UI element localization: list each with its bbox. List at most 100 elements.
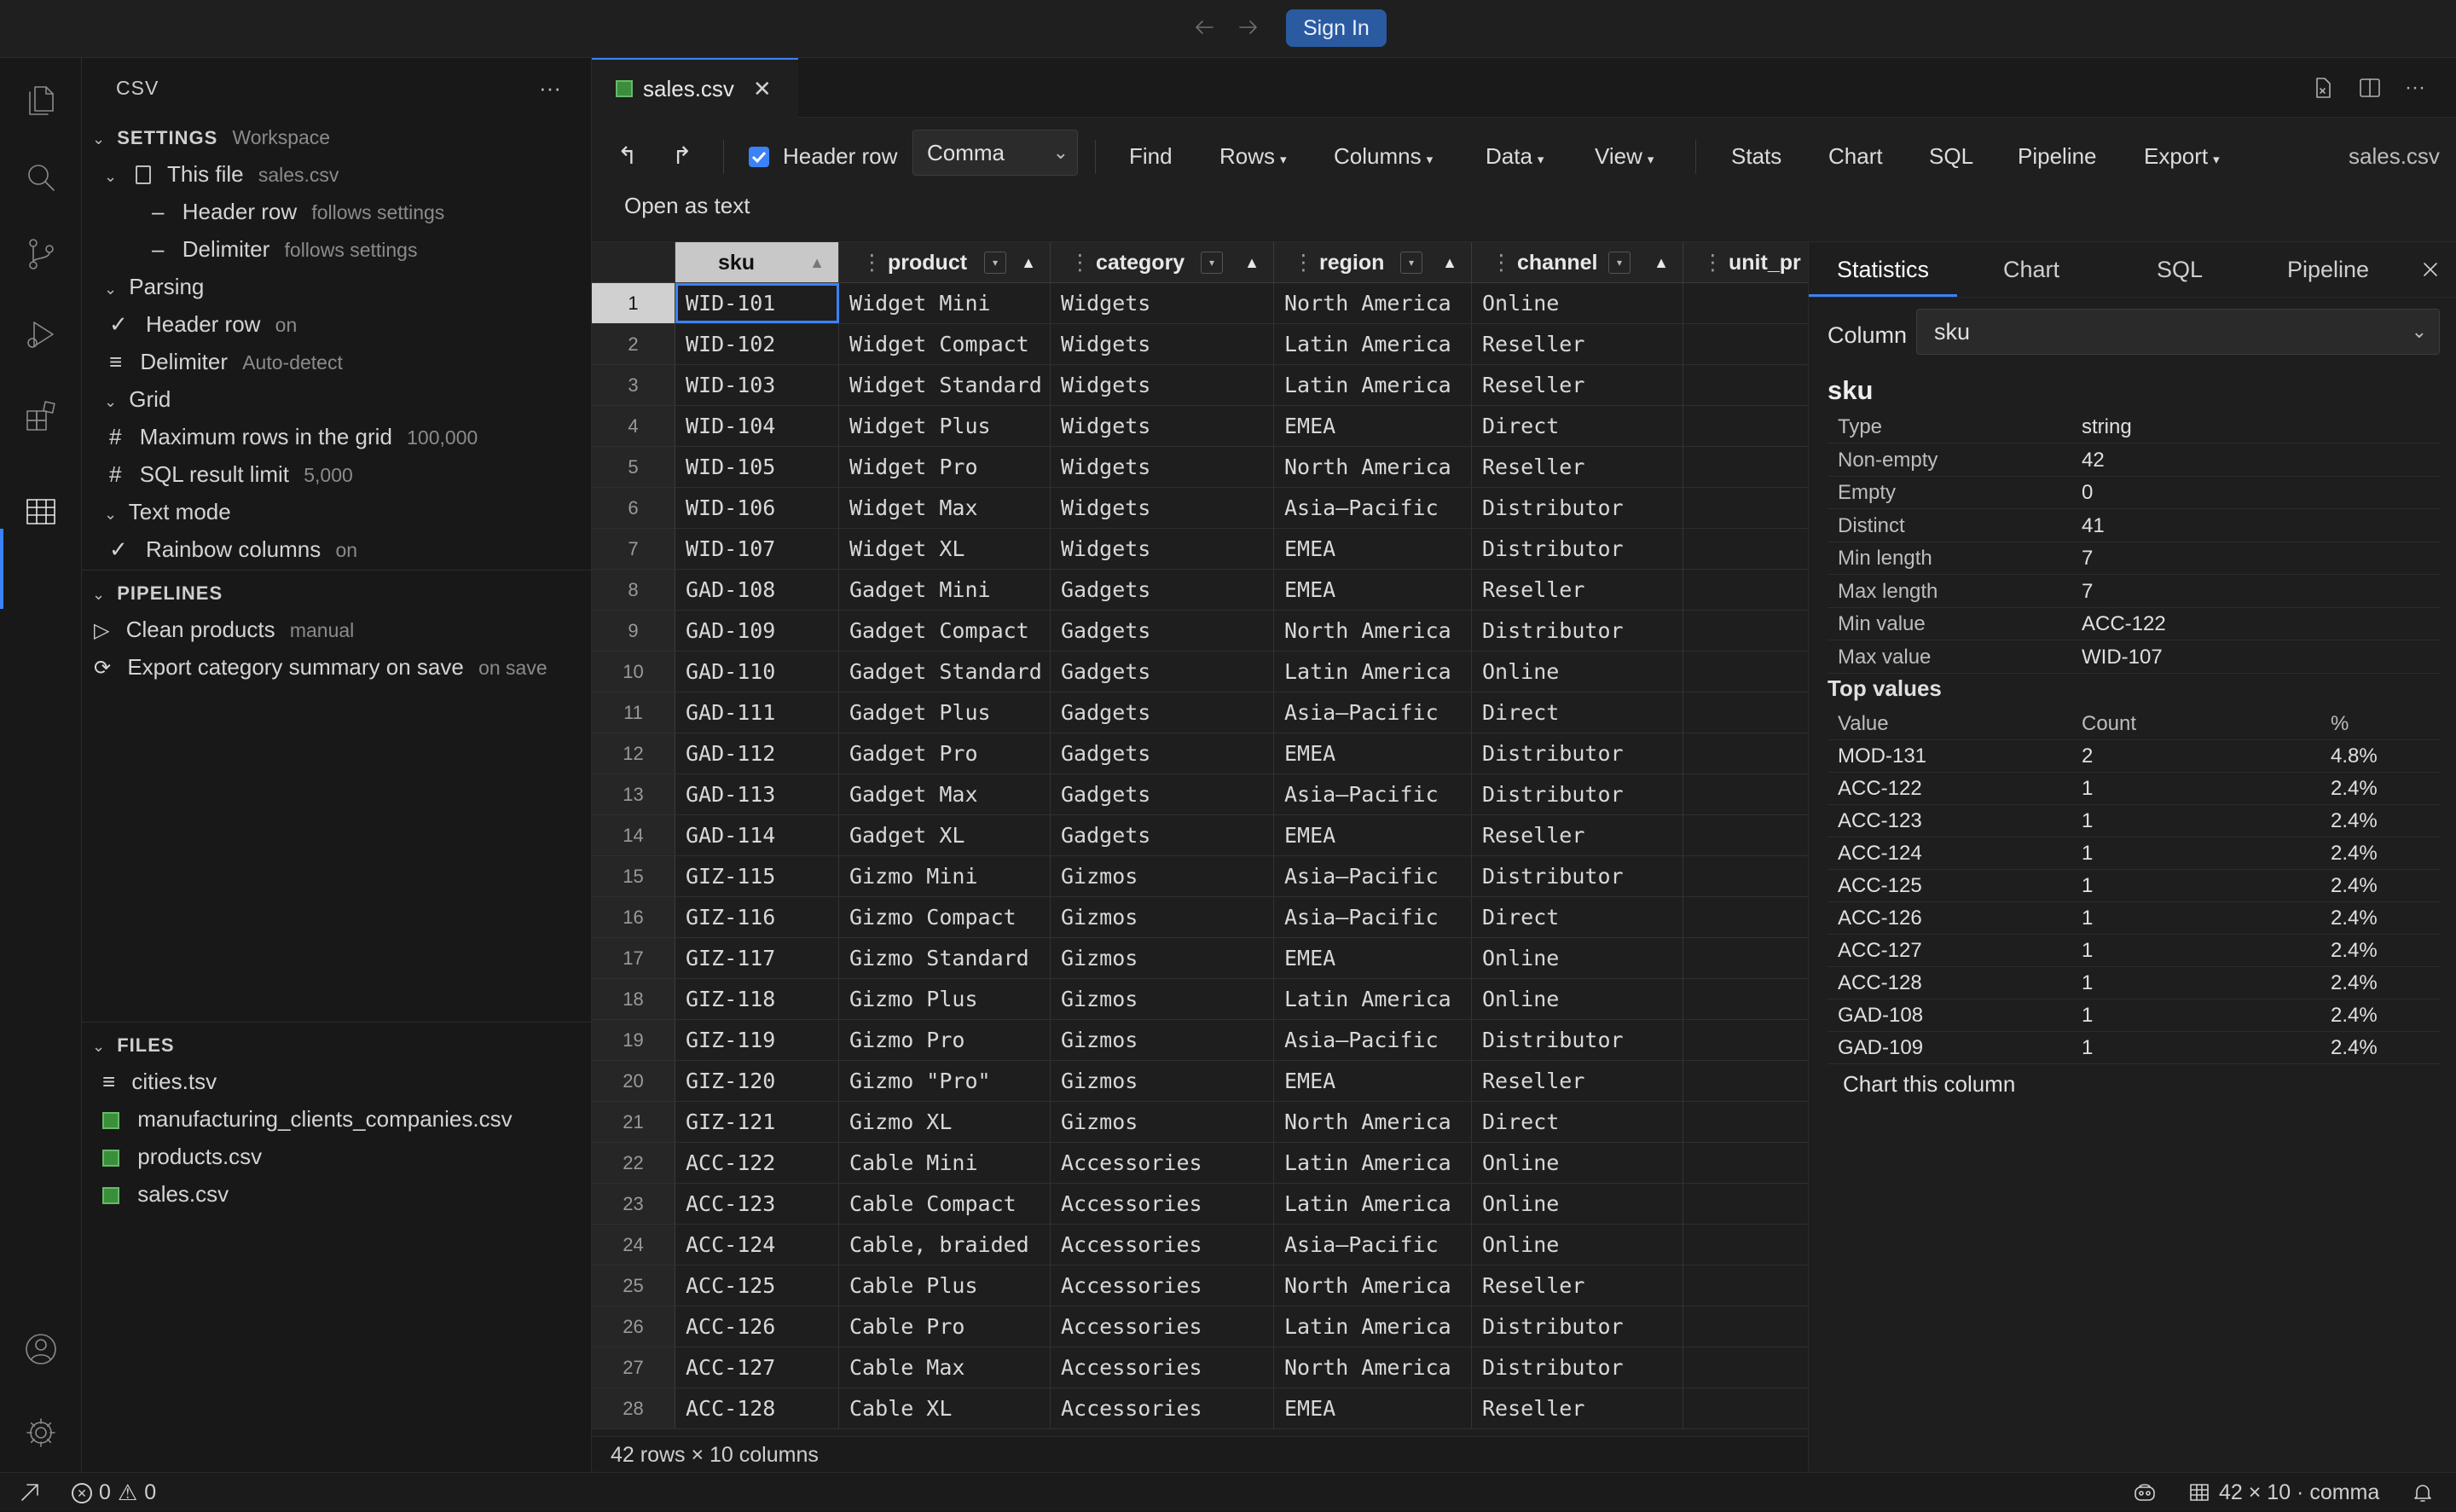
row-number[interactable]: 15 [592,856,675,896]
bell-icon[interactable] [2412,1481,2434,1503]
cell-unit-price[interactable] [1683,1388,1808,1428]
table-row[interactable]: 25 ACC-125 Cable Plus Accessories North Amer… [592,1266,1808,1306]
cell-unit-price[interactable] [1683,529,1808,569]
sort-asc-icon[interactable]: ▲ [1654,242,1669,282]
cell-region[interactable]: Asia–Pacific [1274,897,1472,937]
cell-unit-price[interactable] [1683,856,1808,896]
cell-category[interactable]: Gizmos [1051,1102,1274,1142]
cell-product[interactable]: Gizmo Standard [839,938,1051,978]
cell-channel[interactable]: Direct [1472,406,1683,446]
parsing-delimiter[interactable]: ≡ Delimiter Auto-detect [109,343,343,380]
cell-unit-price[interactable] [1683,324,1808,364]
table-row[interactable]: 1 WID-101 Widget Mini Widgets North America O… [592,283,1808,324]
open-as-text-link[interactable]: Open as text [624,193,750,219]
top-value-row[interactable]: ACC-125 1 2.4% [1828,870,2440,902]
cell-product[interactable]: Gizmo Mini [839,856,1051,896]
table-row[interactable]: 23 ACC-123 Cable Compact Accessories Latin A… [592,1184,1808,1225]
cell-category[interactable]: Accessories [1051,1143,1274,1183]
cell-product[interactable]: Gizmo Compact [839,897,1051,937]
parsing-group[interactable]: ⌄ Parsing [104,268,204,305]
cell-product[interactable]: Widget XL [839,529,1051,569]
row-number[interactable]: 19 [592,1020,675,1060]
cell-sku[interactable]: WID-106 [675,488,839,528]
cell-channel[interactable]: Online [1472,938,1683,978]
cell-unit-price[interactable] [1683,406,1808,446]
cell-region[interactable]: Latin America [1274,324,1472,364]
sql-button[interactable]: SQL [1929,136,1973,176]
column-header-product[interactable]: ⋮ product ▾ ▲ [839,242,1051,283]
cell-region[interactable]: EMEA [1274,815,1472,855]
tab-sql[interactable]: SQL [2106,242,2254,297]
cell-channel[interactable]: Reseller [1472,324,1683,364]
cell-sku[interactable]: ACC-125 [675,1266,839,1306]
cell-channel[interactable]: Distributor [1472,529,1683,569]
cell-sku[interactable]: GIZ-119 [675,1020,839,1060]
row-number[interactable]: 26 [592,1306,675,1347]
table-row[interactable]: 12 GAD-112 Gadget Pro Gadgets EMEA Distributo… [592,733,1808,774]
cell-category[interactable]: Accessories [1051,1266,1274,1306]
delimiter-setting[interactable]: – Delimiter follows settings [152,230,417,268]
cell-product[interactable]: Gadget Plus [839,692,1051,733]
table-row[interactable]: 21 GIZ-121 Gizmo XL Gizmos North America Dire… [592,1102,1808,1143]
cell-sku[interactable]: GAD-112 [675,733,839,773]
row-number[interactable]: 20 [592,1061,675,1101]
settings-gear-icon[interactable] [20,1412,61,1453]
parsing-header-row[interactable]: ✓ Header row on [109,305,297,343]
tab-sales-csv[interactable]: sales.csv ✕ [592,58,798,118]
table-row[interactable]: 16 GIZ-116 Gizmo Compact Gizmos Asia–Pacific… [592,897,1808,938]
cell-unit-price[interactable] [1683,1266,1808,1306]
cell-unit-price[interactable] [1683,938,1808,978]
cell-region[interactable]: Asia–Pacific [1274,488,1472,528]
cell-product[interactable]: Gadget Standard [839,652,1051,692]
top-value-row[interactable]: ACC-127 1 2.4% [1828,935,2440,967]
cell-region[interactable]: Asia–Pacific [1274,856,1472,896]
cell-region[interactable]: Asia–Pacific [1274,692,1472,733]
cell-unit-price[interactable] [1683,1347,1808,1387]
cell-product[interactable]: Cable Plus [839,1266,1051,1306]
table-row[interactable]: 4 WID-104 Widget Plus Widgets EMEA Direct [592,406,1808,447]
cell-category[interactable]: Gizmos [1051,856,1274,896]
cell-sku[interactable]: GAD-110 [675,652,839,692]
cell-region[interactable]: Asia–Pacific [1274,1225,1472,1265]
cell-product[interactable]: Gizmo Plus [839,979,1051,1019]
tab-chart[interactable]: Chart [1957,242,2106,297]
stats-button[interactable]: Stats [1731,136,1781,176]
cell-product[interactable]: Gizmo "Pro" [839,1061,1051,1101]
row-number[interactable]: 21 [592,1102,675,1142]
cell-sku[interactable]: GIZ-115 [675,856,839,896]
row-number[interactable]: 10 [592,652,675,692]
cell-category[interactable]: Gadgets [1051,733,1274,773]
filter-dropdown-icon[interactable]: ▾ [984,252,1006,274]
chart-button[interactable]: Chart [1828,136,1883,176]
cell-channel[interactable]: Online [1472,1143,1683,1183]
pipelines-section-header[interactable]: ⌄ PIPELINES [92,573,223,611]
cell-category[interactable]: Accessories [1051,1347,1274,1387]
explorer-icon[interactable] [20,78,61,119]
account-icon[interactable] [20,1329,61,1370]
cell-region[interactable]: Latin America [1274,652,1472,692]
cell-unit-price[interactable] [1683,733,1808,773]
cell-sku[interactable]: WID-104 [675,406,839,446]
cell-sku[interactable]: GIZ-120 [675,1061,839,1101]
cell-sku[interactable]: GIZ-121 [675,1102,839,1142]
cell-unit-price[interactable] [1683,774,1808,814]
cell-product[interactable]: Widget Plus [839,406,1051,446]
export-menu[interactable]: Export ▾ [2144,136,2220,176]
header-row-setting[interactable]: – Header row follows settings [152,193,444,230]
row-number[interactable]: 8 [592,570,675,610]
cell-category[interactable]: Widgets [1051,365,1274,405]
cell-sku[interactable]: GIZ-116 [675,897,839,937]
source-control-icon[interactable] [20,234,61,275]
cell-product[interactable]: Cable Max [839,1347,1051,1387]
cell-sku[interactable]: GIZ-117 [675,938,839,978]
cell-sku[interactable]: GAD-113 [675,774,839,814]
cell-channel[interactable]: Reseller [1472,1266,1683,1306]
cell-unit-price[interactable] [1683,488,1808,528]
csv-grid-icon[interactable] [20,491,61,532]
copilot-icon[interactable] [2132,1480,2158,1504]
cell-region[interactable]: Latin America [1274,979,1472,1019]
cell-unit-price[interactable] [1683,611,1808,651]
row-number[interactable]: 17 [592,938,675,978]
table-row[interactable]: 22 ACC-122 Cable Mini Accessories Latin Amer… [592,1143,1808,1184]
cell-unit-price[interactable] [1683,447,1808,487]
